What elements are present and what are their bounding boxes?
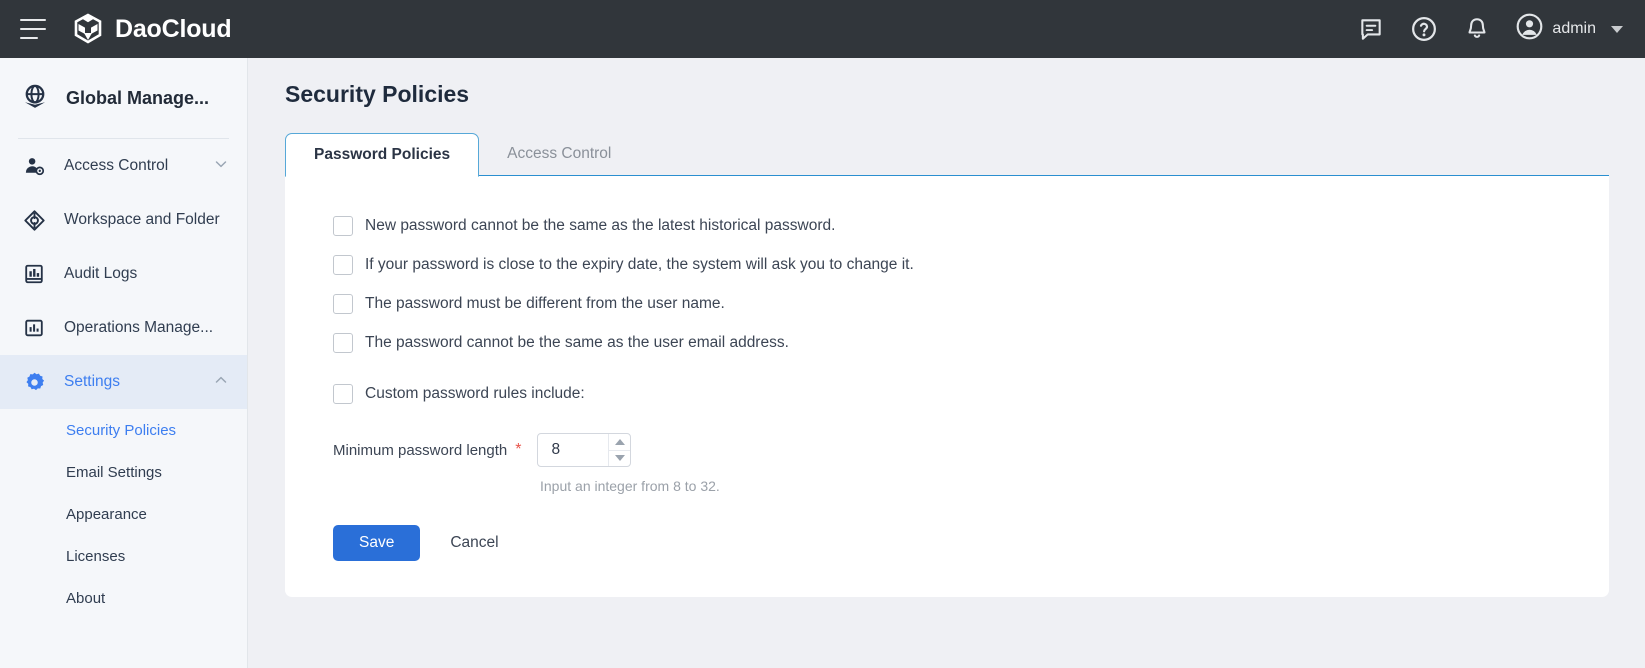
header-actions: admin bbox=[1358, 13, 1623, 45]
checkbox-different-from-username[interactable] bbox=[333, 294, 353, 314]
tab-access-control[interactable]: Access Control bbox=[479, 132, 639, 176]
minimum-password-length-hint: Input an integer from 8 to 32. bbox=[285, 478, 1609, 494]
help-icon[interactable] bbox=[1410, 15, 1438, 43]
sidebar-header-global-management[interactable]: Global Manage... bbox=[0, 58, 247, 138]
minimum-password-length-input[interactable]: 8 bbox=[537, 433, 631, 467]
chevron-up-icon[interactable] bbox=[213, 372, 229, 393]
user-settings-icon bbox=[20, 155, 48, 178]
hamburger-icon[interactable] bbox=[20, 19, 46, 39]
checkbox-no-reuse-latest-password[interactable] bbox=[333, 216, 353, 236]
triangle-down-icon bbox=[615, 455, 625, 461]
daocloud-cube-icon bbox=[72, 13, 104, 45]
chevron-down-icon[interactable] bbox=[1611, 26, 1623, 33]
audit-icon bbox=[20, 263, 48, 285]
sidebar-subitem-appearance[interactable]: Appearance bbox=[0, 493, 247, 535]
tab-bar: Password Policies Access Control bbox=[285, 132, 1609, 176]
app-header: DaoCloud bbox=[0, 0, 1645, 58]
minimum-password-length-value: 8 bbox=[551, 441, 560, 459]
checkbox-custom-password-rules[interactable] bbox=[333, 384, 353, 404]
stepper-decrement-button[interactable] bbox=[609, 451, 630, 467]
checkbox-not-same-as-email[interactable] bbox=[333, 333, 353, 353]
save-button[interactable]: Save bbox=[333, 525, 420, 561]
tab-password-policies[interactable]: Password Policies bbox=[285, 133, 479, 177]
policy-row: The password must be different from the … bbox=[285, 284, 1609, 323]
minimum-password-length-label: Minimum password length bbox=[333, 442, 507, 459]
sidebar-item-settings[interactable]: Settings bbox=[0, 355, 247, 409]
policy-row: New password cannot be the same as the l… bbox=[285, 206, 1609, 245]
sidebar-item-label: Operations Manage... bbox=[64, 319, 213, 337]
number-stepper bbox=[608, 434, 630, 466]
main-content: Security Policies Password Policies Acce… bbox=[249, 58, 1645, 668]
sidebar-item-label: Workspace and Folder bbox=[64, 211, 220, 229]
checkbox-label[interactable]: The password must be different from the … bbox=[365, 295, 725, 313]
minimum-password-length-row: Minimum password length * 8 bbox=[285, 431, 1609, 469]
policy-row: Custom password rules include: bbox=[285, 374, 1609, 413]
checkbox-label[interactable]: If your password is close to the expiry … bbox=[365, 256, 914, 274]
brand-logo[interactable]: DaoCloud bbox=[72, 13, 231, 45]
checkbox-label[interactable]: Custom password rules include: bbox=[365, 385, 585, 403]
password-policies-panel: New password cannot be the same as the l… bbox=[285, 176, 1609, 597]
workspace-icon bbox=[20, 209, 48, 232]
sidebar-item-operations-management[interactable]: Operations Manage... bbox=[0, 301, 247, 355]
avatar bbox=[1516, 13, 1543, 45]
sidebar-subitem-licenses[interactable]: Licenses bbox=[0, 535, 247, 577]
stepper-increment-button[interactable] bbox=[609, 434, 630, 451]
sidebar-item-label: Access Control bbox=[64, 157, 168, 175]
triangle-up-icon bbox=[615, 439, 625, 445]
sidebar-item-label: Settings bbox=[64, 373, 120, 391]
gear-icon bbox=[20, 371, 48, 394]
globe-icon bbox=[20, 81, 50, 116]
sidebar-item-workspace-and-folder[interactable]: Workspace and Folder bbox=[0, 193, 247, 247]
checkbox-expiry-reminder[interactable] bbox=[333, 255, 353, 275]
sidebar-subitem-email-settings[interactable]: Email Settings bbox=[0, 451, 247, 493]
sidebar-item-audit-logs[interactable]: Audit Logs bbox=[0, 247, 247, 301]
sidebar: Global Manage... Access Control bbox=[0, 58, 248, 668]
chevron-down-icon[interactable] bbox=[213, 156, 229, 177]
checkbox-label[interactable]: The password cannot be the same as the u… bbox=[365, 334, 789, 352]
checkbox-label[interactable]: New password cannot be the same as the l… bbox=[365, 217, 835, 235]
sidebar-subitem-security-policies[interactable]: Security Policies bbox=[0, 409, 247, 451]
sidebar-title: Global Manage... bbox=[66, 88, 209, 109]
cancel-button[interactable]: Cancel bbox=[450, 534, 498, 552]
brand-name: DaoCloud bbox=[115, 15, 231, 44]
required-marker: * bbox=[515, 441, 521, 459]
page-title: Security Policies bbox=[285, 81, 1645, 108]
bell-icon[interactable] bbox=[1464, 16, 1490, 42]
policy-row: The password cannot be the same as the u… bbox=[285, 323, 1609, 362]
operations-icon bbox=[20, 317, 48, 339]
policy-row: If your password is close to the expiry … bbox=[285, 245, 1609, 284]
user-menu[interactable]: admin bbox=[1516, 13, 1623, 45]
sidebar-item-label: Audit Logs bbox=[64, 265, 137, 283]
chat-icon[interactable] bbox=[1358, 16, 1384, 42]
user-name: admin bbox=[1552, 20, 1596, 38]
sidebar-item-access-control[interactable]: Access Control bbox=[0, 139, 247, 193]
form-actions: Save Cancel bbox=[285, 525, 1609, 561]
sidebar-subitem-about[interactable]: About bbox=[0, 577, 247, 619]
security-policies-card: Password Policies Access Control New pas… bbox=[285, 132, 1609, 597]
